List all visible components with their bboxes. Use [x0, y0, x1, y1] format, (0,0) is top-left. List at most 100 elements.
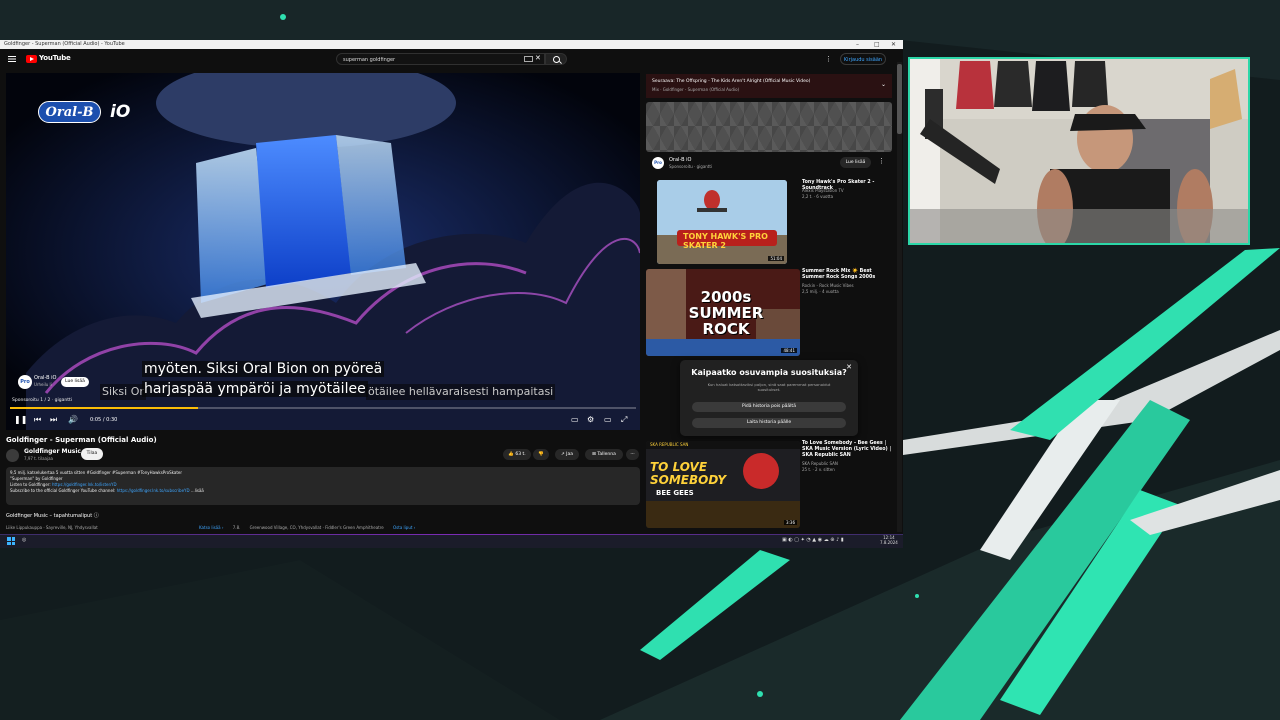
rec-thumbnail-3-sub: BEE GEES: [656, 489, 694, 497]
description-line-4-text: Subscribe to the official Goldfinger You…: [10, 488, 117, 493]
webcam-feed: [908, 57, 1250, 245]
taskbar-app-icon[interactable]: ◎: [22, 537, 26, 543]
channel-name[interactable]: Goldfinger Music: [24, 448, 81, 455]
like-count: 63 t.: [515, 452, 526, 457]
keyboard-icon[interactable]: [524, 56, 533, 62]
rec-thumbnail-2[interactable]: 2000s SUMMER ROCK 48:41: [646, 269, 800, 356]
clock-date: 7.8.2024: [880, 540, 898, 545]
ad-sponsored-label: Sponsoroitu 1 / 2: [12, 398, 51, 403]
channel-avatar[interactable]: [6, 449, 19, 462]
youtube-logo-text[interactable]: YouTube: [39, 54, 71, 62]
ad-channel-avatar[interactable]: Pro: [18, 375, 32, 389]
subscribe-button[interactable]: Tilaa: [81, 448, 103, 460]
dislike-button[interactable]: 👎: [533, 449, 549, 460]
windows-start-icon[interactable]: [7, 537, 15, 545]
search-button[interactable]: [545, 53, 567, 65]
ticket-date-2: 7.8.: [232, 525, 241, 530]
ticket-link-1[interactable]: Katso lisää ›: [199, 525, 223, 530]
volume-icon[interactable]: 🔊: [68, 415, 78, 424]
tickets-heading-text: Goldfinger Music – tapahtumaliput: [6, 513, 93, 519]
play-pause-icon[interactable]: ❚❚: [14, 415, 27, 424]
caption-line-2a: Siksi Or: [100, 384, 146, 400]
rec-thumbnail-1-text: TONY HAWK'S PRO SKATER 2: [683, 232, 768, 250]
rec-thumbnail-3[interactable]: SKA REPUBLIC SAN TO LOVE SOMEBODY BEE GE…: [646, 441, 800, 528]
sidebar-ad-avatar[interactable]: Pro: [652, 157, 664, 169]
close-icon[interactable]: ✕: [846, 363, 852, 371]
tickets-heading: Goldfinger Music – tapahtumaliput ⓘ: [6, 512, 99, 519]
ad-channel-name[interactable]: Oral-B iO: [34, 375, 56, 381]
description-line-4: Subscribe to the official Goldfinger You…: [10, 488, 204, 493]
sidebar-ad-name[interactable]: Oral-B iO: [669, 157, 691, 163]
more-actions-button[interactable]: ···: [626, 449, 639, 460]
share-label: Jaa: [566, 452, 574, 457]
progress-bar[interactable]: [10, 407, 636, 409]
subtitles-icon[interactable]: ▭: [571, 415, 579, 424]
history-suggestion-popup: Kaipaatko osuvampia suosituksia? Kun hal…: [680, 360, 858, 436]
channel-subscribers: 7,97 t. tilaajaa: [24, 456, 53, 461]
search-input[interactable]: superman goldfinger: [336, 53, 545, 65]
playlist-next-bar[interactable]: Seuraava: The Offspring - The Kids Aren'…: [646, 74, 892, 98]
clear-search-icon[interactable]: ✕: [535, 54, 541, 62]
sidebar-ad-button[interactable]: Lue lisää: [840, 157, 871, 168]
ticket-venue-2: Greenwood Village, CO, Yhdysvallat · Fid…: [249, 525, 384, 530]
sidebar-ad-banner[interactable]: [646, 102, 892, 152]
youtube-logo-icon[interactable]: [26, 55, 37, 63]
listen-link[interactable]: https://goldfinger.lnk.to/listenYD: [52, 482, 117, 487]
settings-gear-icon[interactable]: ⚙: [587, 415, 594, 424]
windows-logo-part: [7, 537, 11, 541]
rec-title-3[interactable]: To Love Somebody - Bee Gees | SKA Music …: [802, 441, 892, 459]
turn-history-on-button[interactable]: Laita historia päälle: [692, 418, 846, 428]
sidebar-ad-menu-icon[interactable]: ⋮: [878, 157, 885, 165]
video-player[interactable]: Oral-B iO myöten. Siksi Oral Bion on pyö…: [6, 73, 640, 430]
info-icon[interactable]: ⓘ: [94, 513, 99, 519]
chevron-down-icon[interactable]: ⌄: [881, 81, 886, 88]
search-icon: [553, 56, 560, 63]
sidebar-ad-sub: Sponsoroitu · gigantti: [669, 164, 713, 169]
rec-title-2[interactable]: Summer Rock Mix ☀️ Best Summer Rock Song…: [802, 269, 892, 281]
previous-icon[interactable]: ⏮: [34, 415, 41, 425]
description-line-2: "Superman" by Goldfinger: [10, 476, 63, 481]
scrollbar-thumb[interactable]: [897, 64, 902, 134]
ad-learn-more-button[interactable]: Lue lisää: [61, 377, 89, 387]
rec-channel-3[interactable]: SKA Republic SAN: [802, 461, 892, 466]
save-button[interactable]: ⊞ Tallenna: [585, 449, 623, 460]
ad-advertiser[interactable]: gigantti: [55, 398, 72, 403]
rec-channel-2[interactable]: Rockin - Rock Music Vibes: [802, 283, 892, 288]
rec-meta-1: 2,2 t. · 6 vuotta: [802, 194, 834, 199]
taskbar-clock[interactable]: 12:14 7.8.2024: [880, 535, 898, 545]
share-button[interactable]: ↗ Jaa: [555, 449, 579, 460]
playlist-next-title: Seuraava: The Offspring - The Kids Aren'…: [652, 79, 811, 84]
settings-menu-icon[interactable]: ⋮: [825, 55, 832, 63]
maximize-button[interactable]: □: [874, 40, 880, 49]
close-window-button[interactable]: ✕: [891, 40, 896, 49]
scrollbar-track[interactable]: [897, 62, 902, 532]
theater-mode-icon[interactable]: ▭: [604, 415, 612, 424]
ticket-row: Liike Lippukauppa · Sayreville, NJ, Yhdy…: [6, 525, 415, 530]
sign-in-button[interactable]: Kirjaudu sisään: [840, 53, 886, 65]
window-title: Goldfinger - Superman (Official Audio) -…: [4, 41, 125, 47]
ticket-venue-1: Liike Lippukauppa · Sayreville, NJ, Yhdy…: [6, 525, 98, 530]
description-box[interactable]: 9,5 milj. katselukertaa 5 vuotta sitten …: [6, 467, 640, 505]
rec-thumbnail-2-text: 2000s SUMMER ROCK: [688, 288, 764, 338]
rec-channel-1[interactable]: Alexis Playstation TV: [802, 188, 892, 193]
ticket-link-2[interactable]: Osta liput ›: [393, 525, 415, 530]
minimize-button[interactable]: –: [856, 40, 859, 49]
taskbar-accent-line: [0, 534, 903, 535]
description-stats: 9,5 milj. katselukertaa 5 vuotta sitten …: [10, 470, 183, 475]
description-line-3-text: Listen to Goldfinger:: [10, 482, 52, 487]
show-more-link[interactable]: ...lisää: [191, 488, 204, 493]
rec-thumbnail-1[interactable]: TONY HAWK'S PRO SKATER 2 51:04: [657, 180, 787, 264]
keep-history-off-button[interactable]: Pidä historia pois päältä: [692, 402, 846, 412]
fullscreen-icon[interactable]: ⤢: [621, 415, 627, 425]
youtube-header: YouTube superman goldfinger ✕ ⋮ Kirjaudu…: [0, 49, 903, 71]
like-button[interactable]: 👍 63 t.: [503, 449, 531, 460]
subscribe-link[interactable]: https://goldfinger.lnk.to/subscribeYD: [117, 488, 190, 493]
ad-meta: Sponsoroitu 1 / 2 · gigantti: [12, 398, 72, 403]
caption-line-1: myöten. Siksi Oral Bion on pyöreä: [142, 361, 385, 377]
video-title: Goldfinger - Superman (Official Audio): [6, 436, 157, 444]
tray-icons[interactable]: ▣ ◐ ▢ ✦ ◔ ▲ ◉ ☁ ⊕ ♪ ▮: [782, 537, 844, 543]
menu-icon[interactable]: [8, 56, 16, 57]
next-icon[interactable]: ⏭: [50, 415, 57, 425]
windows-logo-part: [7, 541, 11, 545]
io-logo: iO: [110, 102, 131, 122]
